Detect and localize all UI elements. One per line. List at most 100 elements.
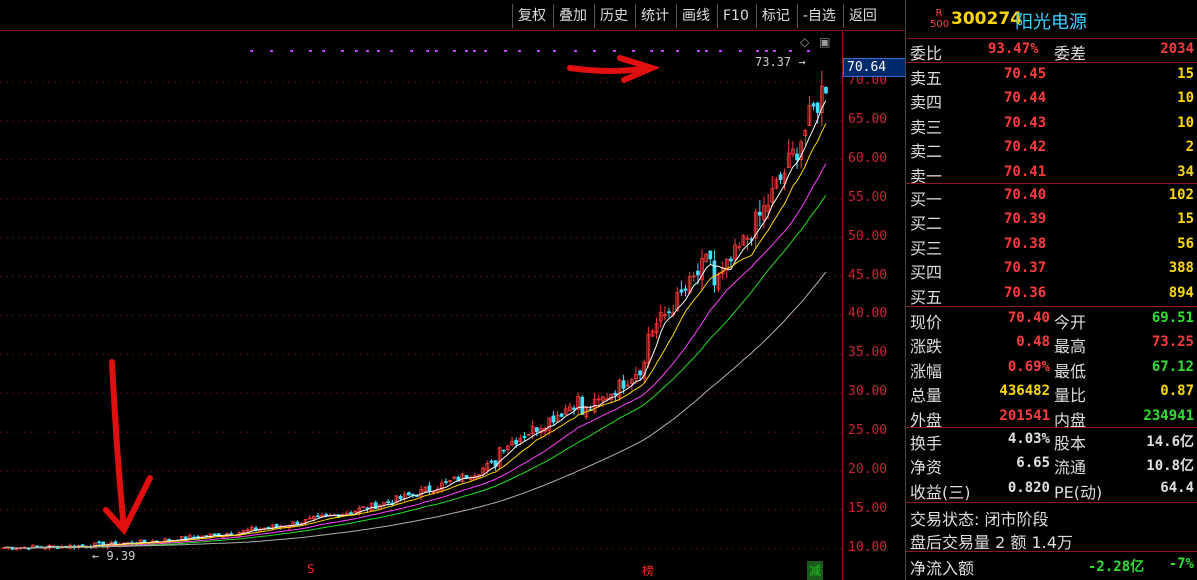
signal-dot <box>553 50 556 52</box>
candle-body <box>778 174 783 180</box>
signal-dot <box>484 50 487 52</box>
signal-dot <box>250 50 253 52</box>
signal-dot <box>473 50 476 52</box>
candle-body <box>349 512 353 515</box>
candle-body <box>559 413 564 417</box>
signal-dot <box>807 50 810 52</box>
signal-dot <box>366 50 369 52</box>
annotation-arrow <box>567 55 661 83</box>
orderbook-row: 买二 70.39 15 <box>910 211 1194 234</box>
y-tick-label: 40.00 <box>848 306 888 322</box>
quote-row: 收益(三) 0.820 PE(动) 64.4 <box>910 479 1194 502</box>
candle-body <box>316 515 320 518</box>
candle-body <box>97 541 101 544</box>
orderbook-row: 卖三 70.43 10 <box>910 114 1194 137</box>
candle-body <box>522 435 527 438</box>
candle-body <box>398 496 403 499</box>
stock-name: 阳光电源 <box>1015 12 1087 33</box>
signal-dot <box>765 50 768 52</box>
candle-body <box>406 492 411 496</box>
afterhours-volume: 盘后交易量 2 额 1.4万 <box>910 533 1073 552</box>
signal-dot <box>504 50 507 52</box>
candle-body <box>708 250 713 260</box>
quote-row: 换手 4.03% 股本 14.6亿 <box>910 431 1194 453</box>
candle-body <box>551 415 556 423</box>
candle-body <box>427 485 432 492</box>
signal-dot <box>632 50 635 52</box>
kline-chart[interactable]: 复权 叠加 历史 统计 画线 F10 标记 -自选 返回 70.00 65.00 60.00 55.0… <box>0 0 908 580</box>
candle-body <box>386 501 391 503</box>
candle-body <box>679 289 684 293</box>
signal-dot <box>390 50 393 52</box>
quote-panel: R 500 300274 阳光电源 委比 93.47% 委差 2034 卖五 70.… <box>905 0 1197 580</box>
orderbook-row: 买三 70.38 56 <box>910 235 1194 258</box>
y-tick-label: 50.00 <box>848 228 888 244</box>
moving-average-line <box>4 271 827 549</box>
candle-body <box>824 86 828 94</box>
candle-body <box>621 380 626 389</box>
quote-row: 现价 70.40 今开 69.51 <box>910 310 1194 332</box>
candle-body <box>795 153 799 161</box>
high-marker: 73.37 → <box>755 55 806 69</box>
candle-body <box>501 449 506 452</box>
trade-status: 交易状态: 闭市阶段 <box>910 510 1049 529</box>
y-tick-label: 35.00 <box>848 345 888 361</box>
signal-dot <box>355 50 358 52</box>
candle-body <box>489 460 494 463</box>
signal-dot <box>697 50 700 52</box>
candle-body <box>142 539 147 543</box>
quote-row: 涨跌 0.48 最高 73.25 <box>910 334 1194 357</box>
signal-dot <box>705 50 708 52</box>
signal-dot <box>739 50 742 52</box>
candle-body <box>534 427 539 432</box>
quote-row: 总量 436482 量比 0.87 <box>910 383 1194 406</box>
event-marker[interactable]: 榜 <box>640 561 656 580</box>
signal-dot <box>593 50 596 52</box>
event-marker[interactable]: 减 <box>807 561 824 580</box>
signal-dot <box>719 50 722 52</box>
orderbook-row: 买四 70.37 388 <box>910 260 1194 283</box>
candle-body <box>373 502 378 510</box>
netflow-row: 净流入额 -2.28亿 -7% <box>910 556 1194 578</box>
candle-body <box>712 260 717 286</box>
candlestick-plot[interactable] <box>0 0 905 580</box>
square-icon[interactable]: ▣ <box>819 35 830 49</box>
signal-dot <box>270 50 273 52</box>
candle-body <box>80 544 85 547</box>
signal-dot <box>410 50 413 52</box>
diamond-icon[interactable]: ◇ <box>800 35 809 49</box>
r-badge: R 500 <box>930 8 950 30</box>
signal-dot <box>309 50 312 52</box>
candle-body <box>815 102 820 113</box>
weibi-row: 委比 93.47% 委差 2034 <box>910 41 1194 63</box>
annotation-arrow <box>103 359 153 536</box>
candle-body <box>758 211 762 216</box>
candle-body <box>324 514 329 516</box>
y-tick-label: 45.00 <box>848 267 888 283</box>
y-tick-label: 65.00 <box>848 111 888 127</box>
quote-row: 外盘 201541 内盘 234941 <box>910 407 1194 430</box>
chart-controls: ◇ ▣ <box>800 35 830 49</box>
stock-code: 300274 <box>951 9 1022 29</box>
y-tick-label: 15.00 <box>848 500 888 516</box>
candle-body <box>638 370 642 376</box>
y-tick-label: 55.00 <box>848 189 888 205</box>
orderbook-row: 买五 70.36 894 <box>910 284 1194 307</box>
y-tick-label: 20.00 <box>848 462 888 477</box>
y-tick-label: 30.00 <box>848 384 888 400</box>
candle-body <box>274 523 279 527</box>
signal-dot <box>377 50 380 52</box>
signal-dot <box>322 50 325 52</box>
signal-dot <box>650 50 653 52</box>
candle-body <box>444 481 448 483</box>
signal-dot <box>426 50 429 52</box>
candle-body <box>729 258 733 262</box>
event-marker[interactable]: S <box>305 561 317 577</box>
quote-row: 净资 6.65 流通 10.8亿 <box>910 455 1194 478</box>
signal-dot <box>574 50 577 52</box>
signal-dot <box>537 50 540 52</box>
moving-average-line <box>4 100 827 549</box>
signal-dot <box>518 50 521 52</box>
y-tick-label: 60.00 <box>848 150 888 166</box>
candle-body <box>613 392 618 396</box>
